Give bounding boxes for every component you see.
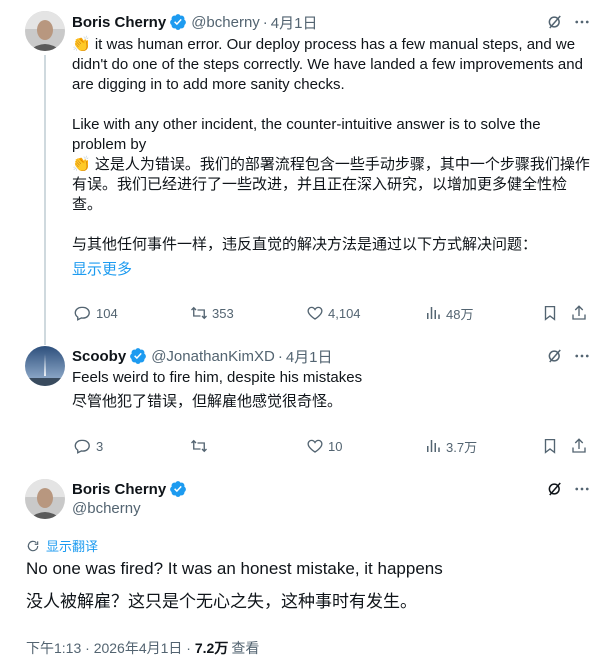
action-bar: 3 10 3.7万 xyxy=(72,436,592,456)
like-button[interactable]: 10 xyxy=(306,437,342,455)
avatar[interactable] xyxy=(25,346,65,386)
share-icon xyxy=(572,438,586,453)
more-icon[interactable] xyxy=(572,346,592,366)
retweet-icon xyxy=(191,439,207,453)
tweet-text: 👏 it was human error. Our deploy process… xyxy=(72,35,592,280)
action-bar: 104 353 4,104 48万 xyxy=(72,303,592,323)
views-icon xyxy=(427,307,440,319)
verified-badge-icon xyxy=(129,347,147,365)
views-count: 3.7万 xyxy=(446,439,478,455)
reply-icon xyxy=(74,439,90,454)
like-icon xyxy=(307,439,323,453)
retweet-count: 353 xyxy=(212,305,234,321)
like-count: 10 xyxy=(328,438,343,454)
thread-line xyxy=(44,55,46,345)
bookmark-button[interactable] xyxy=(541,437,559,455)
view-label: 查看 xyxy=(231,640,260,656)
retweet-button[interactable] xyxy=(190,437,212,455)
tweet-paragraph: 👏 这是人为错误。我们的部署流程包含一些手动步骤，其中一个步骤我们操作有误。我们… xyxy=(72,156,590,213)
author-name[interactable]: Boris Cherny xyxy=(72,481,166,498)
author-handle[interactable]: @bcherny xyxy=(191,14,260,31)
views-button[interactable]: 48万 xyxy=(424,304,473,323)
retweet-icon xyxy=(191,306,207,320)
verified-badge-icon xyxy=(169,480,187,498)
tweet-header: Scooby @JonathanKimXD · 4月1日 xyxy=(72,346,333,366)
reply-button[interactable]: 3 xyxy=(74,437,103,455)
author-name[interactable]: Scooby xyxy=(72,348,126,365)
author-name[interactable]: Boris Cherny xyxy=(72,14,166,31)
retweet-button[interactable]: 353 xyxy=(190,304,234,322)
separator-dot: · xyxy=(277,347,283,365)
tweet-paragraph: Like with any other incident, the counte… xyxy=(72,116,541,153)
reply-count: 3 xyxy=(96,438,104,454)
reply-count: 104 xyxy=(96,305,118,321)
tweet-header: Boris Cherny @bcherny · 4月1日 xyxy=(72,12,317,32)
tweet-timestamp[interactable]: 下午1:13 · 2026年4月1日 · xyxy=(26,638,195,658)
tweet-meta: 下午1:13 · 2026年4月1日 · 7.2万 查看 xyxy=(26,638,259,658)
bookmark-button[interactable] xyxy=(541,304,559,322)
main-tweet-text-zh: 没人被解雇？这只是个无心之失，这种事时有发生。 xyxy=(26,592,417,611)
avatar[interactable] xyxy=(25,479,65,519)
tweet-2[interactable]: Scooby @JonathanKimXD · 4月1日 Feels weird… xyxy=(0,340,608,468)
show-translation-link[interactable]: 显示翻译 xyxy=(26,536,98,555)
show-translation-label: 显示翻译 xyxy=(46,539,99,554)
grok-icon[interactable] xyxy=(545,346,565,366)
avatar[interactable] xyxy=(25,11,65,51)
views-icon xyxy=(427,440,440,452)
tweet-text: Feels weird to fire him, despite his mis… xyxy=(72,368,592,412)
grok-icon[interactable] xyxy=(545,479,565,499)
like-button[interactable]: 4,104 xyxy=(306,304,361,322)
share-icon xyxy=(572,305,586,320)
bookmark-icon xyxy=(544,438,556,454)
main-tweet-header: Boris Cherny @bcherny xyxy=(72,479,187,519)
translate-icon xyxy=(27,540,39,551)
author-handle[interactable]: @JonathanKimXD xyxy=(151,348,275,365)
like-count: 4,104 xyxy=(328,305,361,321)
author-handle[interactable]: @bcherny xyxy=(72,499,187,519)
tweet-time[interactable]: 4月1日 xyxy=(271,12,318,33)
verified-badge-icon xyxy=(169,13,187,31)
separator-dot: · xyxy=(262,13,268,31)
bookmark-icon xyxy=(544,305,556,321)
view-count: 7.2万 xyxy=(194,640,229,656)
share-button[interactable] xyxy=(570,304,588,322)
tweet-text-zh: 尽管他犯了错误，但解雇他感觉很奇怪。 xyxy=(72,393,343,410)
views-button[interactable]: 3.7万 xyxy=(424,437,477,456)
tweet-text-en: Feels weird to fire him, despite his mis… xyxy=(72,369,363,386)
tweet-time[interactable]: 4月1日 xyxy=(286,346,333,367)
show-more-link[interactable]: 显示更多 xyxy=(72,260,592,280)
tweet-paragraph: 👏 it was human error. Our deploy process… xyxy=(72,36,583,93)
main-tweet-text-en: No one was fired? It was an honest mista… xyxy=(26,559,443,578)
more-icon[interactable] xyxy=(572,12,592,32)
tweet-paragraph: 与其他任何事件一样，违反直觉的解决方法是通过以下方式解决问题： xyxy=(72,236,538,253)
main-tweet: Boris Cherny @bcherny 显示翻译 No one was fi… xyxy=(0,468,608,662)
views-count: 48万 xyxy=(446,306,474,322)
grok-icon[interactable] xyxy=(545,12,565,32)
tweet-1[interactable]: Boris Cherny @bcherny · 4月1日 👏 it was hu… xyxy=(0,0,608,345)
reply-icon xyxy=(74,306,90,321)
more-icon[interactable] xyxy=(572,479,592,499)
like-icon xyxy=(307,306,323,320)
share-button[interactable] xyxy=(570,437,588,455)
reply-button[interactable]: 104 xyxy=(74,304,118,322)
